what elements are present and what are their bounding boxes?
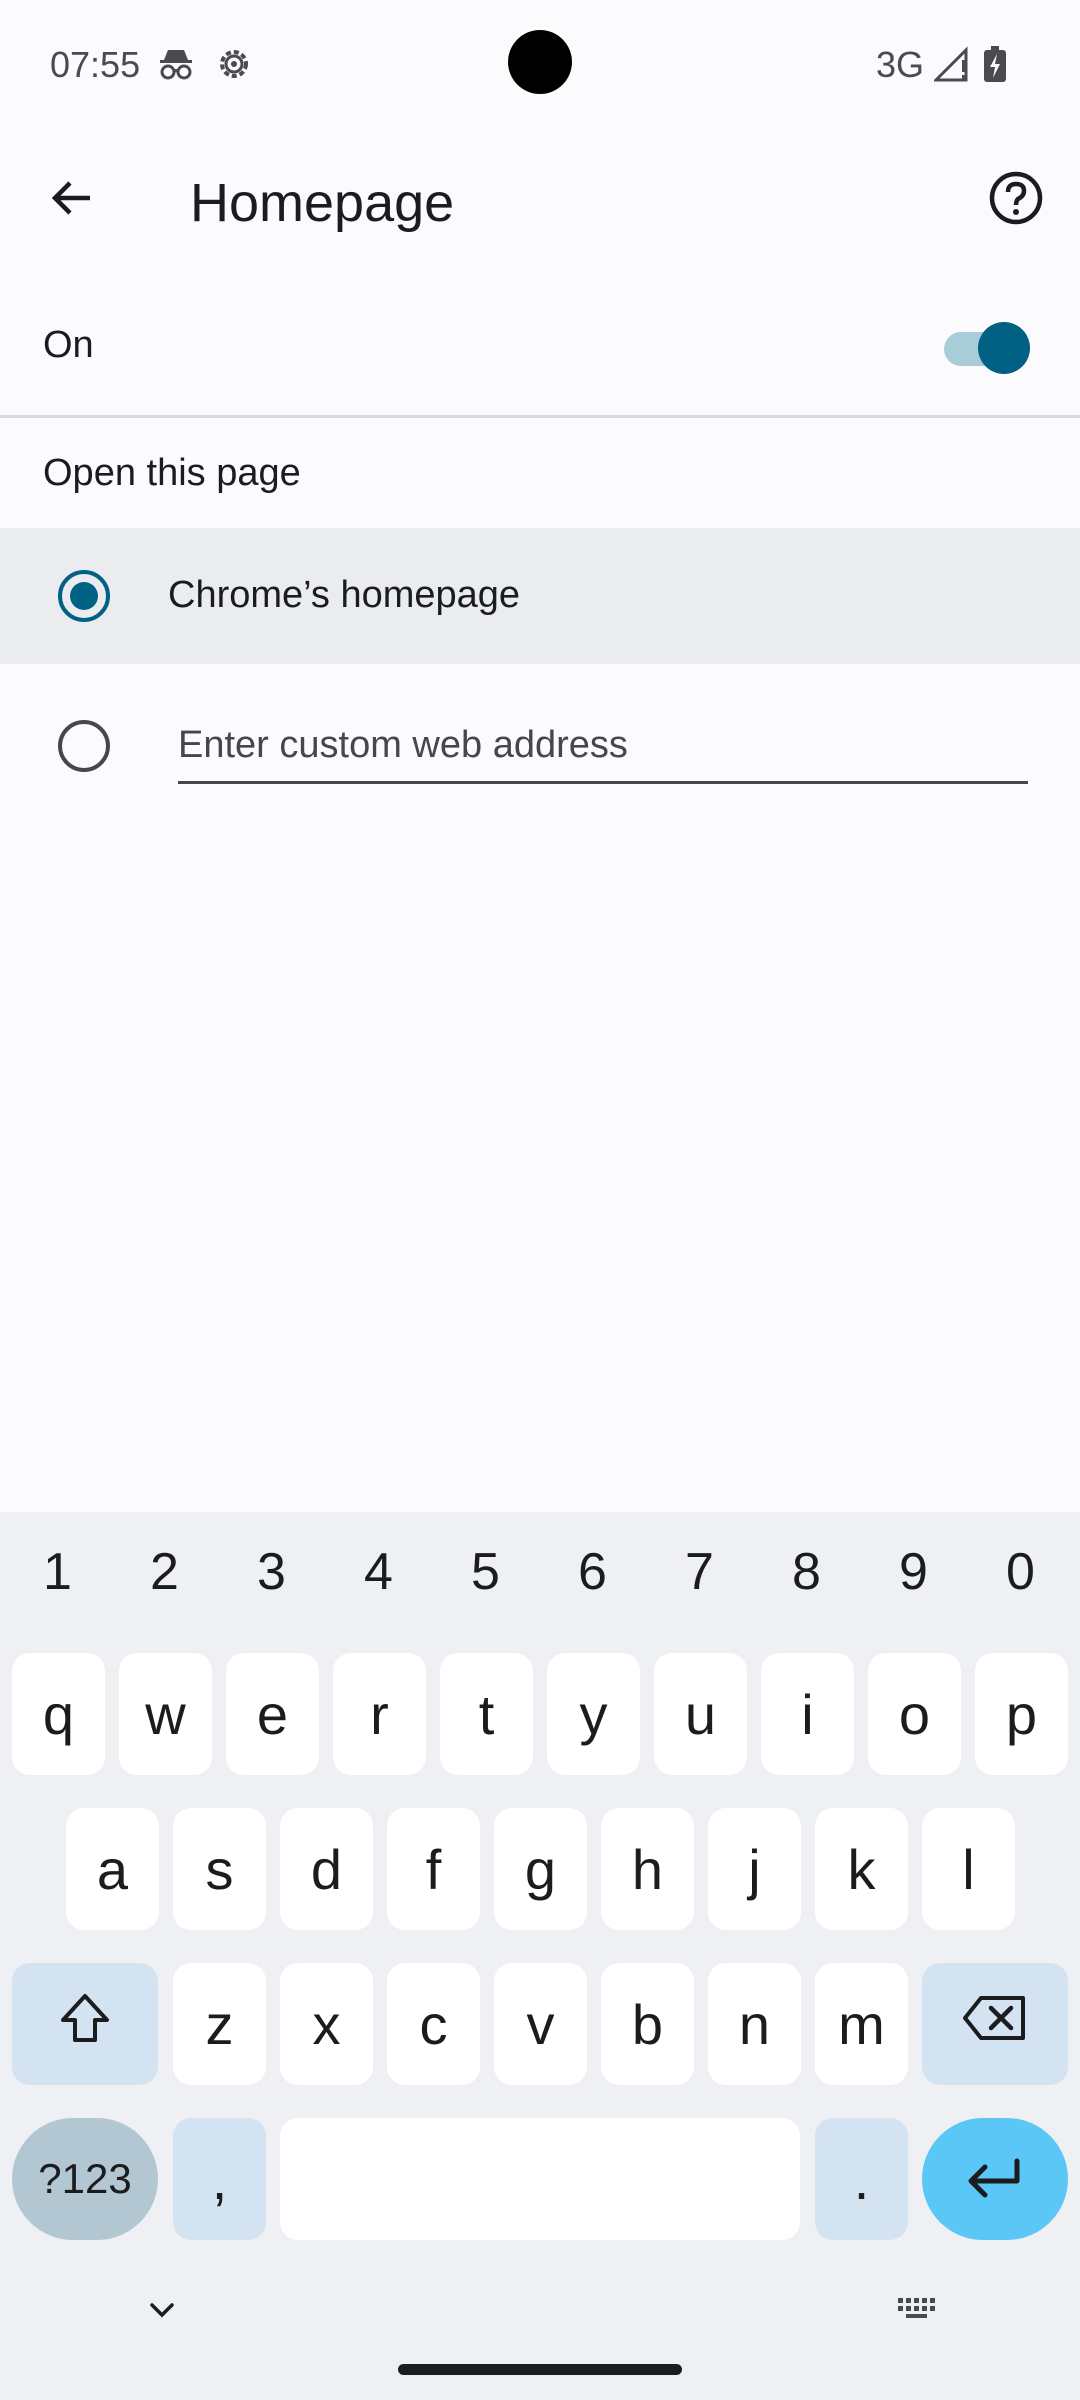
key-9[interactable]: 9 [860, 1542, 967, 1602]
custom-web-address-input[interactable] [178, 720, 1028, 784]
key-3[interactable]: 3 [218, 1542, 325, 1602]
status-bar: 07:55 3G [0, 0, 1080, 130]
settings-gear-icon [214, 44, 254, 89]
homepage-switch[interactable] [944, 320, 1030, 374]
page-title: Homepage [190, 173, 455, 233]
home-indicator[interactable] [398, 2364, 682, 2375]
network-type: 3G [876, 44, 925, 85]
backspace-icon [961, 1992, 1029, 2057]
help-circle-icon [988, 170, 1044, 231]
key-d[interactable]: d [280, 1808, 373, 1930]
key-x[interactable]: x [280, 1963, 373, 2085]
key-f[interactable]: f [387, 1808, 480, 1930]
keyboard-bottom-bar [0, 2272, 1080, 2400]
option-label: Chrome’s homepage [168, 574, 521, 616]
key-u[interactable]: u [654, 1653, 747, 1775]
status-time: 07:55 [50, 44, 141, 85]
on-screen-keyboard: 1 2 3 4 5 6 7 8 9 0 q w e r t y u i o p … [0, 1512, 1080, 2400]
option-chrome-homepage[interactable]: Chrome’s homepage [0, 528, 1080, 664]
divider [0, 415, 1080, 418]
key-1[interactable]: 1 [4, 1542, 111, 1602]
key-5[interactable]: 5 [432, 1542, 539, 1602]
number-row: 1 2 3 4 5 6 7 8 9 0 [0, 1512, 1080, 1630]
toggle-label: On [43, 324, 94, 366]
key-i[interactable]: i [761, 1653, 854, 1775]
app-bar: Homepage [0, 140, 1080, 260]
keyboard-icon[interactable] [894, 2292, 942, 2333]
chevron-down-icon[interactable] [144, 2292, 180, 2333]
key-b[interactable]: b [601, 1963, 694, 2085]
comma-key[interactable]: , [173, 2118, 266, 2240]
key-y[interactable]: y [547, 1653, 640, 1775]
key-m[interactable]: m [815, 1963, 908, 2085]
switch-thumb [978, 322, 1030, 374]
radio-button-selected[interactable] [58, 570, 110, 622]
battery-charging-icon [982, 44, 1008, 89]
shift-icon [55, 1988, 115, 2061]
camera-cutout [508, 30, 572, 94]
key-j[interactable]: j [708, 1808, 801, 1930]
back-button[interactable] [36, 164, 108, 236]
radio-button[interactable] [58, 720, 110, 772]
key-g[interactable]: g [494, 1808, 587, 1930]
key-k[interactable]: k [815, 1808, 908, 1930]
key-s[interactable]: s [173, 1808, 266, 1930]
key-2[interactable]: 2 [111, 1542, 218, 1602]
key-0[interactable]: 0 [967, 1542, 1074, 1602]
key-l[interactable]: l [922, 1808, 1015, 1930]
key-4[interactable]: 4 [325, 1542, 432, 1602]
homepage-toggle-row[interactable]: On [0, 280, 1080, 414]
period-key[interactable]: . [815, 2118, 908, 2240]
key-o[interactable]: o [868, 1653, 961, 1775]
help-button[interactable] [980, 164, 1052, 236]
symbols-key[interactable]: ?123 [12, 2118, 158, 2240]
key-r[interactable]: r [333, 1653, 426, 1775]
backspace-key[interactable] [922, 1963, 1068, 2085]
key-h[interactable]: h [601, 1808, 694, 1930]
space-key[interactable] [280, 2118, 800, 2240]
enter-arrow-icon [965, 2147, 1025, 2212]
key-z[interactable]: z [173, 1963, 266, 2085]
key-8[interactable]: 8 [753, 1542, 860, 1602]
key-c[interactable]: c [387, 1963, 480, 2085]
shift-key[interactable] [12, 1963, 158, 2085]
incognito-icon [156, 44, 196, 89]
key-t[interactable]: t [440, 1653, 533, 1775]
section-label: Open this page [43, 452, 301, 494]
arrow-back-icon [48, 174, 96, 227]
key-6[interactable]: 6 [539, 1542, 646, 1602]
signal-icon [932, 44, 970, 89]
key-a[interactable]: a [66, 1808, 159, 1930]
enter-key[interactable] [922, 2118, 1068, 2240]
key-q[interactable]: q [12, 1653, 105, 1775]
option-custom-address[interactable] [0, 664, 1080, 828]
key-7[interactable]: 7 [646, 1542, 753, 1602]
key-w[interactable]: w [119, 1653, 212, 1775]
key-e[interactable]: e [226, 1653, 319, 1775]
key-v[interactable]: v [494, 1963, 587, 2085]
key-p[interactable]: p [975, 1653, 1068, 1775]
key-n[interactable]: n [708, 1963, 801, 2085]
